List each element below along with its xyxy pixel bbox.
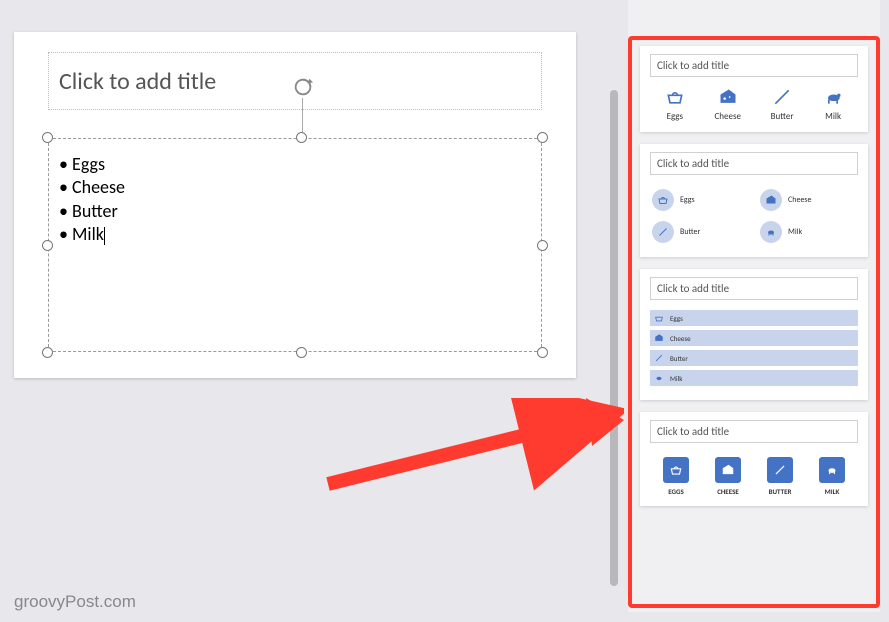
- basket-icon: [669, 463, 683, 477]
- resize-handle-nw[interactable]: [42, 132, 53, 143]
- resize-handle-w[interactable]: [42, 240, 53, 251]
- idea-item: Cheese: [650, 330, 858, 346]
- resize-handle-ne[interactable]: [537, 132, 548, 143]
- cow-icon: [654, 373, 664, 383]
- cheese-icon: [721, 463, 735, 477]
- content-placeholder[interactable]: • Eggs • Cheese • Butter • Milk: [48, 138, 542, 352]
- idea-item: Butter: [771, 87, 794, 122]
- bullet-item: • Butter: [59, 200, 531, 223]
- idea-item: Milk: [650, 370, 858, 386]
- design-idea-card-1[interactable]: Click to add title Eggs Cheese Butter Mi…: [640, 46, 868, 132]
- idea-item: BUTTER: [767, 457, 793, 496]
- design-ideas-panel: Click to add title Eggs Cheese Butter Mi…: [628, 0, 880, 612]
- bullet-item: • Eggs: [59, 153, 531, 176]
- rotate-handle-icon[interactable]: [292, 76, 314, 98]
- watermark-text: groovyPost.com: [14, 592, 136, 612]
- idea-item: Milk: [760, 221, 856, 243]
- cheese-icon: [718, 87, 738, 107]
- idea-item: EGGS: [663, 457, 689, 496]
- idea-item: Butter: [650, 350, 858, 366]
- basket-icon: [654, 313, 664, 323]
- annotation-arrow-icon: [318, 398, 624, 494]
- bullet-item: • Cheese: [59, 176, 531, 199]
- idea-title-placeholder: Click to add title: [650, 54, 858, 77]
- idea-item: Eggs: [650, 310, 858, 326]
- cow-icon: [765, 226, 777, 238]
- resize-handle-sw[interactable]: [42, 347, 53, 358]
- idea-item: Butter: [652, 221, 748, 243]
- resize-handle-se[interactable]: [537, 347, 548, 358]
- idea-item: Cheese: [760, 189, 856, 211]
- knife-icon: [654, 353, 664, 363]
- design-idea-card-2[interactable]: Click to add title Eggs Cheese Butter Mi…: [640, 144, 868, 257]
- rotate-stem: [302, 98, 303, 136]
- scrollbar-track[interactable]: [610, 36, 618, 600]
- idea-title-placeholder: Click to add title: [650, 152, 858, 175]
- title-placeholder-text: Click to add title: [59, 67, 216, 96]
- cow-icon: [825, 463, 839, 477]
- idea-item: Eggs: [652, 189, 748, 211]
- bullet-item: • Milk: [59, 223, 531, 246]
- knife-icon: [773, 463, 787, 477]
- idea-item: Cheese: [714, 87, 740, 122]
- knife-icon: [657, 226, 669, 238]
- knife-icon: [772, 87, 792, 107]
- idea-title-placeholder: Click to add title: [650, 277, 858, 300]
- idea-item: CHEESE: [715, 457, 741, 496]
- design-idea-card-4[interactable]: Click to add title EGGS CHEESE BUTTER MI…: [640, 412, 868, 506]
- design-idea-card-3[interactable]: Click to add title Eggs Cheese Butter Mi…: [640, 269, 868, 400]
- scrollbar-thumb[interactable]: [610, 90, 618, 586]
- text-cursor: [104, 227, 105, 245]
- idea-item: Eggs: [665, 87, 685, 122]
- idea-item: MILK: [819, 457, 845, 496]
- basket-icon: [657, 194, 669, 206]
- slide-canvas[interactable]: Click to add title • Eggs • Cheese • But…: [14, 32, 576, 378]
- resize-handle-s[interactable]: [296, 347, 307, 358]
- idea-title-placeholder: Click to add title: [650, 420, 858, 443]
- cheese-icon: [765, 194, 777, 206]
- cow-icon: [823, 87, 843, 107]
- idea-item: Milk: [823, 87, 843, 122]
- cheese-icon: [654, 333, 664, 343]
- resize-handle-n[interactable]: [296, 132, 307, 143]
- basket-icon: [665, 87, 685, 107]
- resize-handle-e[interactable]: [537, 240, 548, 251]
